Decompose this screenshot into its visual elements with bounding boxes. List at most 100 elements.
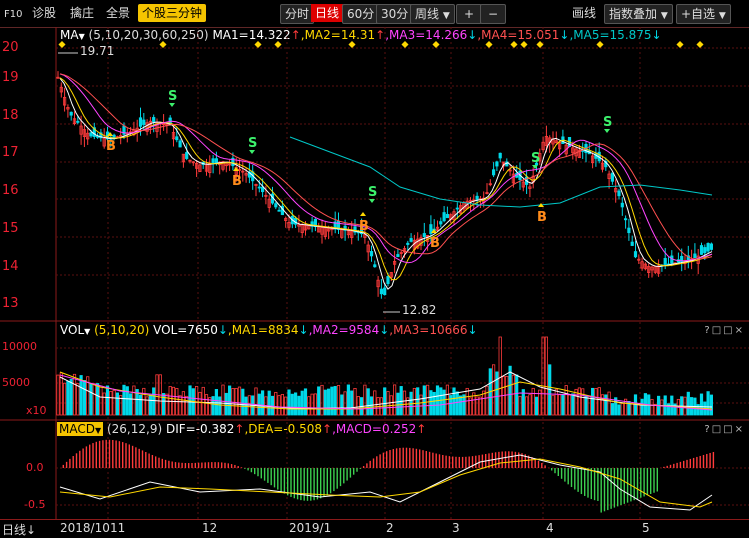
period-tab-daily[interactable]: 日线 bbox=[311, 4, 344, 22]
candle-body bbox=[495, 161, 499, 167]
close-icon[interactable]: × bbox=[735, 424, 745, 435]
date-label: 4 bbox=[546, 521, 554, 535]
maximize-icon[interactable]: □ bbox=[723, 325, 734, 336]
volume-bar bbox=[462, 394, 466, 416]
volume-bar bbox=[326, 388, 331, 416]
add-watchlist-dropdown[interactable]: +自选 ▼ bbox=[676, 4, 731, 24]
period-tab-timeshare[interactable]: 分时 bbox=[280, 4, 315, 24]
date-label: 2018/10 bbox=[60, 521, 110, 535]
volume-bar bbox=[567, 394, 572, 416]
period-tab-60min[interactable]: 60分 bbox=[342, 4, 380, 24]
period-selector[interactable]: 日线↓ bbox=[2, 521, 36, 538]
volume-bar bbox=[637, 403, 641, 416]
price-axis-label: 13 bbox=[2, 296, 19, 311]
event-marker-icon bbox=[676, 40, 684, 49]
event-marker-icon bbox=[510, 40, 518, 49]
maximize-icon[interactable]: □ bbox=[723, 424, 734, 435]
volume-bar bbox=[429, 390, 433, 416]
volume-bar bbox=[320, 384, 324, 416]
volume-bar bbox=[82, 380, 86, 416]
vol-indicator-name[interactable]: VOL bbox=[60, 323, 84, 337]
volume-bar bbox=[109, 391, 113, 416]
candle-body bbox=[703, 247, 707, 254]
chevron-down-icon: ▼ bbox=[84, 327, 91, 336]
candle-body bbox=[670, 255, 674, 264]
candle-body bbox=[620, 202, 624, 208]
pick-button[interactable]: 擒庄 bbox=[70, 5, 94, 21]
candle-body bbox=[475, 195, 479, 200]
volume-bar bbox=[554, 388, 558, 416]
volume-bar bbox=[270, 395, 275, 416]
zoom-out-button[interactable]: − bbox=[480, 4, 506, 24]
ma4-line bbox=[59, 73, 713, 260]
volume-bar bbox=[350, 390, 354, 416]
period-tab-30min[interactable]: 30分 bbox=[376, 4, 414, 24]
volume-bar bbox=[333, 386, 337, 416]
high-price-label: 19.71 bbox=[80, 44, 115, 58]
chevron-down-icon: ▼ bbox=[660, 11, 668, 21]
volume-bar bbox=[92, 383, 96, 416]
volume-bar bbox=[112, 390, 116, 416]
volume-bar bbox=[280, 394, 285, 416]
volume-bar bbox=[373, 390, 377, 416]
candle-body bbox=[633, 251, 638, 258]
volume-bar bbox=[181, 391, 185, 416]
candle-body bbox=[152, 117, 156, 123]
macd-value: ,MACD=0.252 bbox=[332, 422, 417, 436]
draw-line-button[interactable]: 画线 bbox=[572, 5, 596, 21]
volume-bar bbox=[168, 386, 172, 416]
volume-bar bbox=[260, 390, 265, 416]
chart-canvas: S S S S S B B B B B bbox=[0, 27, 749, 519]
volume-bar bbox=[534, 396, 539, 416]
candle-body bbox=[76, 120, 80, 123]
candle-body bbox=[442, 212, 446, 222]
candle-body bbox=[274, 203, 278, 208]
three-minute-mode-button[interactable]: 个股三分钟 bbox=[138, 4, 207, 22]
volume-bar bbox=[76, 383, 80, 416]
index-overlay-dropdown[interactable]: 指数叠加 ▼ bbox=[604, 4, 673, 24]
volume-bar bbox=[399, 386, 403, 416]
volume-bar bbox=[277, 395, 281, 416]
volume-bar bbox=[439, 387, 443, 416]
volume-bar bbox=[620, 403, 624, 416]
volume-bar bbox=[482, 390, 486, 416]
event-marker-icon bbox=[159, 40, 167, 49]
macd-indicator-dropdown[interactable]: MACD▼ bbox=[57, 422, 104, 436]
volume-bar bbox=[99, 385, 103, 416]
low-price-label: 12.82 bbox=[402, 303, 437, 317]
volume-bar bbox=[416, 387, 420, 416]
help-icon[interactable]: ? bbox=[704, 325, 711, 336]
sell-arrow-icon bbox=[249, 150, 255, 154]
volume-bar bbox=[317, 386, 321, 416]
price-candles bbox=[56, 71, 714, 299]
period-tab-weekly[interactable]: 周线 ▼ bbox=[410, 4, 455, 24]
volume-bar bbox=[551, 394, 555, 416]
volume-bar bbox=[392, 384, 397, 416]
f10-button[interactable]: F10 bbox=[4, 7, 22, 23]
macd-panel-controls[interactable]: ?□□× bbox=[704, 424, 745, 435]
overview-button[interactable]: 全景 bbox=[106, 5, 130, 21]
minimize-icon[interactable]: □ bbox=[712, 325, 723, 336]
buy-signal-label: B bbox=[537, 210, 547, 225]
volume-bar bbox=[330, 386, 334, 416]
volume-bar bbox=[396, 392, 400, 416]
candle-body bbox=[498, 152, 502, 159]
volume-bar bbox=[383, 387, 387, 416]
volume-bar bbox=[518, 395, 522, 416]
buy-arrow-icon bbox=[360, 212, 366, 216]
vol-panel-controls[interactable]: ?□□× bbox=[704, 325, 745, 336]
zoom-in-button[interactable]: + bbox=[456, 4, 482, 24]
volume-bar bbox=[528, 394, 532, 416]
volume-bar bbox=[617, 404, 621, 416]
help-icon[interactable]: ? bbox=[704, 424, 711, 435]
volume-bar bbox=[310, 393, 314, 416]
diagnose-button[interactable]: 诊股 bbox=[32, 5, 56, 21]
vol-axis-label: 5000 bbox=[2, 376, 30, 389]
vol-value: VOL=7650 bbox=[153, 323, 218, 337]
volume-bar bbox=[198, 391, 202, 416]
close-icon[interactable]: × bbox=[735, 325, 745, 336]
minimize-icon[interactable]: □ bbox=[712, 424, 723, 435]
candle-body bbox=[178, 140, 182, 148]
volume-bar bbox=[597, 387, 601, 416]
volume-bar bbox=[102, 392, 106, 416]
